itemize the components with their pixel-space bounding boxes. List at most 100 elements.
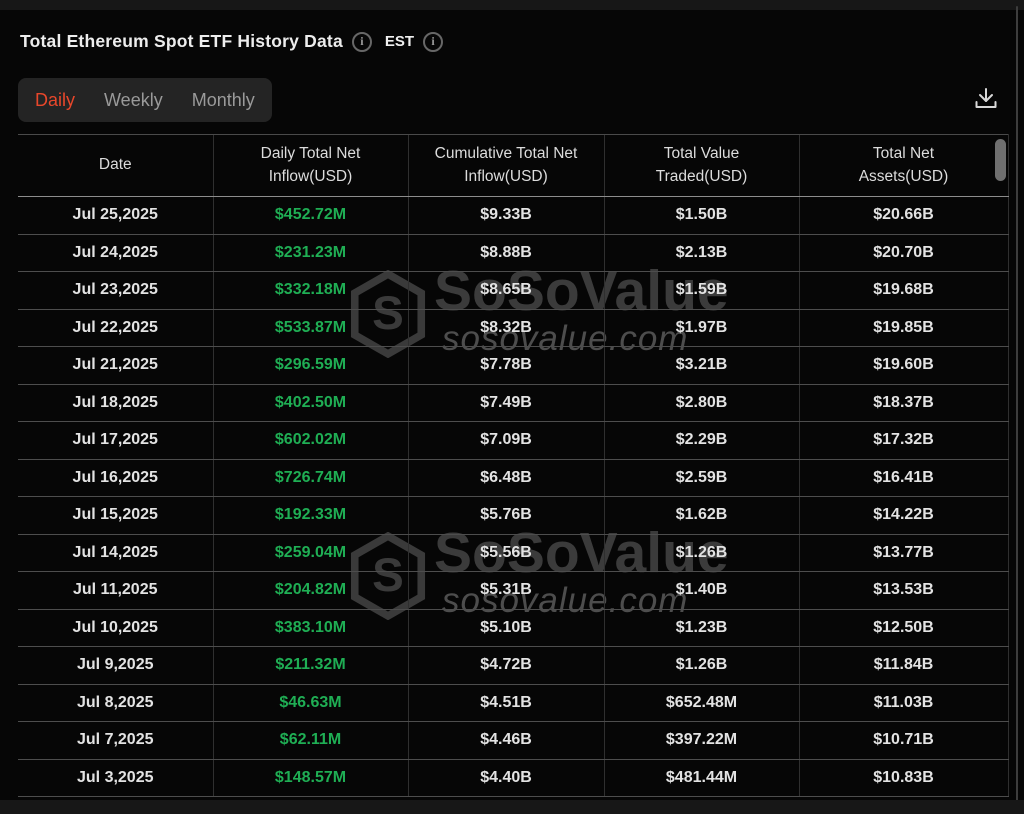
table-row[interactable]: Jul 22,2025$533.87M$8.32B$1.97B$19.85B <box>18 309 1008 347</box>
daily_net_inflow-cell: $192.33M <box>213 497 408 535</box>
daily_net_inflow-cell: $204.82M <box>213 572 408 610</box>
net_assets-cell: $16.41B <box>799 459 1008 497</box>
date-cell: Jul 8,2025 <box>18 684 213 722</box>
download-icon <box>973 86 999 112</box>
net_assets-cell: $20.70B <box>799 234 1008 272</box>
daily_net_inflow-cell: $726.74M <box>213 459 408 497</box>
value_traded-cell: $1.62B <box>604 497 799 535</box>
cumulative_net_inflow-cell: $7.49B <box>408 384 604 422</box>
date-cell: Jul 25,2025 <box>18 197 213 235</box>
table-row[interactable]: Jul 14,2025$259.04M$5.56B$1.26B$13.77B <box>18 534 1008 572</box>
table-row[interactable]: Jul 21,2025$296.59M$7.78B$3.21B$19.60B <box>18 347 1008 385</box>
value_traded-cell: $1.59B <box>604 272 799 310</box>
net_assets-cell: $13.77B <box>799 534 1008 572</box>
table-row[interactable]: Jul 11,2025$204.82M$5.31B$1.40B$13.53B <box>18 572 1008 610</box>
tab-weekly[interactable]: Weekly <box>104 90 163 111</box>
table-row[interactable]: Jul 16,2025$726.74M$6.48B$2.59B$16.41B <box>18 459 1008 497</box>
cumulative_net_inflow-cell: $4.51B <box>408 684 604 722</box>
value_traded-cell: $652.48M <box>604 684 799 722</box>
daily_net_inflow-cell: $332.18M <box>213 272 408 310</box>
value_traded-cell: $1.40B <box>604 572 799 610</box>
date-cell: Jul 21,2025 <box>18 347 213 385</box>
table-row[interactable]: Jul 7,2025$62.11M$4.46B$397.22M$10.71B <box>18 722 1008 760</box>
table-scrollbar-thumb[interactable] <box>995 139 1006 181</box>
download-button[interactable] <box>970 83 1002 115</box>
net_assets-cell: $19.85B <box>799 309 1008 347</box>
table-body: Jul 25,2025$452.72M$9.33B$1.50B$20.66BJu… <box>18 197 1008 797</box>
timezone-label: EST <box>385 33 414 50</box>
cumulative_net_inflow-cell: $8.32B <box>408 309 604 347</box>
cumulative_net_inflow-cell: $7.09B <box>408 422 604 460</box>
date-cell: Jul 17,2025 <box>18 422 213 460</box>
cumulative_net_inflow-cell: $9.33B <box>408 197 604 235</box>
date-cell: Jul 22,2025 <box>18 309 213 347</box>
value_traded-cell: $1.97B <box>604 309 799 347</box>
cumulative_net_inflow-cell: $5.76B <box>408 497 604 535</box>
cumulative_net_inflow-cell: $6.48B <box>408 459 604 497</box>
value_traded-cell: $2.80B <box>604 384 799 422</box>
column-header-cumulative_net_inflow: Cumulative Total NetInflow(USD) <box>408 135 604 197</box>
table-row[interactable]: Jul 8,2025$46.63M$4.51B$652.48M$11.03B <box>18 684 1008 722</box>
value_traded-cell: $397.22M <box>604 722 799 760</box>
net_assets-cell: $18.37B <box>799 384 1008 422</box>
cumulative_net_inflow-cell: $5.31B <box>408 572 604 610</box>
table-row[interactable]: Jul 23,2025$332.18M$8.65B$1.59B$19.68B <box>18 272 1008 310</box>
daily_net_inflow-cell: $211.32M <box>213 647 408 685</box>
daily_net_inflow-cell: $62.11M <box>213 722 408 760</box>
date-cell: Jul 16,2025 <box>18 459 213 497</box>
net_assets-cell: $12.50B <box>799 609 1008 647</box>
daily_net_inflow-cell: $231.23M <box>213 234 408 272</box>
card-header: Total Ethereum Spot ETF History Data i E… <box>20 31 443 52</box>
table-header-row: DateDaily Total NetInflow(USD)Cumulative… <box>18 135 1008 197</box>
net_assets-cell: $11.84B <box>799 647 1008 685</box>
table-row[interactable]: Jul 3,2025$148.57M$4.40B$481.44M$10.83B <box>18 759 1008 797</box>
cumulative_net_inflow-cell: $8.88B <box>408 234 604 272</box>
date-cell: Jul 24,2025 <box>18 234 213 272</box>
period-tabs: Daily Weekly Monthly <box>18 78 272 122</box>
date-cell: Jul 7,2025 <box>18 722 213 760</box>
table-row[interactable]: Jul 9,2025$211.32M$4.72B$1.26B$11.84B <box>18 647 1008 685</box>
etf-history-table: DateDaily Total NetInflow(USD)Cumulative… <box>18 134 1009 797</box>
net_assets-cell: $10.83B <box>799 759 1008 797</box>
cumulative_net_inflow-cell: $5.10B <box>408 609 604 647</box>
daily_net_inflow-cell: $46.63M <box>213 684 408 722</box>
cumulative_net_inflow-cell: $8.65B <box>408 272 604 310</box>
value_traded-cell: $2.59B <box>604 459 799 497</box>
table-row[interactable]: Jul 18,2025$402.50M$7.49B$2.80B$18.37B <box>18 384 1008 422</box>
net_assets-cell: $20.66B <box>799 197 1008 235</box>
cumulative_net_inflow-cell: $4.72B <box>408 647 604 685</box>
net_assets-cell: $14.22B <box>799 497 1008 535</box>
daily_net_inflow-cell: $402.50M <box>213 384 408 422</box>
tab-monthly[interactable]: Monthly <box>192 90 255 111</box>
timezone-info-icon[interactable]: i <box>423 32 443 52</box>
tab-daily[interactable]: Daily <box>35 90 75 111</box>
table-row[interactable]: Jul 17,2025$602.02M$7.09B$2.29B$17.32B <box>18 422 1008 460</box>
value_traded-cell: $3.21B <box>604 347 799 385</box>
cumulative_net_inflow-cell: $5.56B <box>408 534 604 572</box>
date-cell: Jul 11,2025 <box>18 572 213 610</box>
daily_net_inflow-cell: $452.72M <box>213 197 408 235</box>
column-header-date: Date <box>18 135 213 197</box>
table-row[interactable]: Jul 25,2025$452.72M$9.33B$1.50B$20.66B <box>18 197 1008 235</box>
date-cell: Jul 10,2025 <box>18 609 213 647</box>
net_assets-cell: $19.60B <box>799 347 1008 385</box>
column-header-value_traded: Total ValueTraded(USD) <box>604 135 799 197</box>
value_traded-cell: $1.26B <box>604 534 799 572</box>
bottom-strip <box>0 800 1024 814</box>
date-cell: Jul 23,2025 <box>18 272 213 310</box>
net_assets-cell: $10.71B <box>799 722 1008 760</box>
column-header-daily_net_inflow: Daily Total NetInflow(USD) <box>213 135 408 197</box>
table-row[interactable]: Jul 24,2025$231.23M$8.88B$2.13B$20.70B <box>18 234 1008 272</box>
table-row[interactable]: Jul 10,2025$383.10M$5.10B$1.23B$12.50B <box>18 609 1008 647</box>
net_assets-cell: $17.32B <box>799 422 1008 460</box>
daily_net_inflow-cell: $533.87M <box>213 309 408 347</box>
daily_net_inflow-cell: $259.04M <box>213 534 408 572</box>
value_traded-cell: $1.50B <box>604 197 799 235</box>
title-info-icon[interactable]: i <box>352 32 372 52</box>
net_assets-cell: $11.03B <box>799 684 1008 722</box>
page-scrollbar-track <box>1016 6 1018 806</box>
table-row[interactable]: Jul 15,2025$192.33M$5.76B$1.62B$14.22B <box>18 497 1008 535</box>
value_traded-cell: $1.23B <box>604 609 799 647</box>
column-header-net_assets: Total NetAssets(USD) <box>799 135 1008 197</box>
daily_net_inflow-cell: $296.59M <box>213 347 408 385</box>
